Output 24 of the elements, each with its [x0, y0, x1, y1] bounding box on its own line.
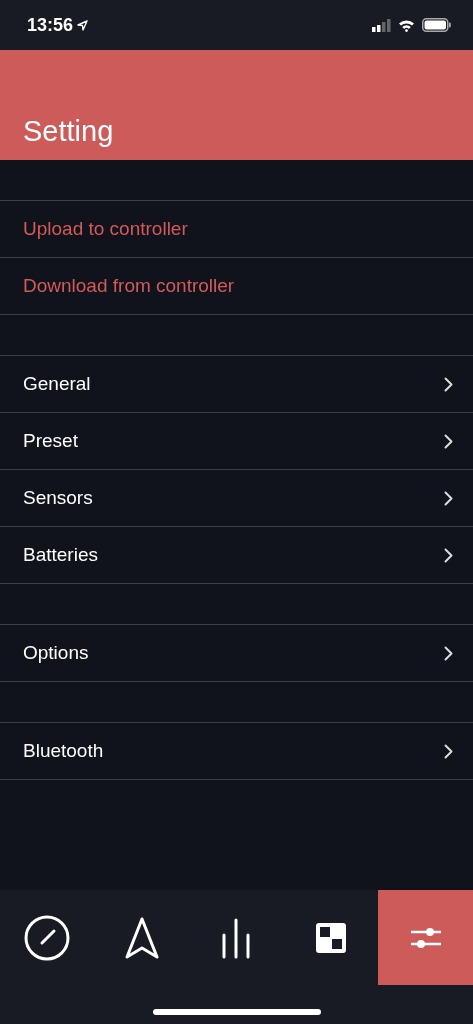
checker-icon	[316, 922, 347, 953]
action-row[interactable]: Download from controller	[0, 258, 473, 315]
menu-row[interactable]: Batteries	[0, 527, 473, 584]
chevron-right-icon	[444, 433, 453, 449]
menu-row[interactable]: Bluetooth	[0, 723, 473, 780]
menu-row[interactable]: General	[0, 356, 473, 413]
signal-icon	[372, 18, 391, 32]
menu-row[interactable]: Preset	[0, 413, 473, 470]
navigation-arrow-icon	[123, 916, 160, 959]
chevron-right-icon	[444, 490, 453, 506]
location-arrow-icon	[77, 19, 89, 31]
menu-row[interactable]: Options	[0, 625, 473, 682]
battery-icon	[422, 18, 451, 32]
page-title: Setting	[23, 115, 114, 148]
chevron-right-icon	[444, 547, 453, 563]
status-time: 13:56	[27, 14, 74, 36]
menu-row[interactable]: Sensors	[0, 470, 473, 527]
gauge-icon	[24, 914, 71, 961]
bar-chart-icon	[220, 916, 253, 959]
action-row[interactable]: Upload to controller	[0, 201, 473, 258]
wifi-icon	[398, 18, 415, 32]
chevron-right-icon	[444, 376, 453, 392]
chevron-right-icon	[444, 645, 453, 661]
chevron-right-icon	[444, 743, 453, 759]
